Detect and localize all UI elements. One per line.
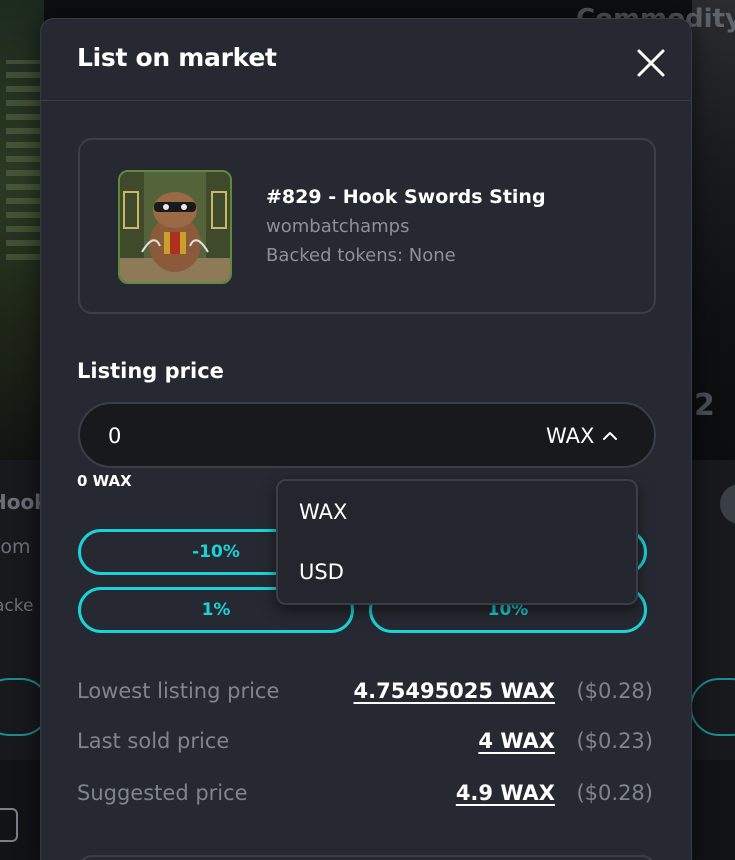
next-section-edge [78, 855, 656, 860]
suggested-price-label: Suggested price [77, 781, 248, 805]
lowest-listing-usd: ($0.28) [576, 679, 653, 703]
lowest-listing-label: Lowest listing price [77, 679, 280, 703]
chevron-up-icon [603, 432, 618, 440]
listing-price-label: Listing price [77, 359, 224, 383]
wombat-character-image [120, 172, 230, 282]
listing-price-input[interactable] [108, 418, 488, 454]
asset-name: #829 - Hook Swords Sting [266, 186, 546, 208]
currency-select[interactable]: WAX [546, 420, 620, 452]
listing-price-field: WAX [78, 402, 656, 468]
asset-backed-tokens: Backed tokens: None [266, 245, 456, 266]
background-card-art [6, 60, 40, 260]
background-number: 2 [694, 388, 715, 423]
last-sold-label: Last sold price [77, 729, 230, 753]
background-asset-backed: acke [0, 596, 34, 616]
modal-header: List on market [41, 19, 691, 101]
currency-option-wax[interactable]: WAX [278, 483, 636, 541]
currency-selected-value: WAX [546, 424, 595, 448]
asset-card: #829 - Hook Swords Sting wombatchamps Ba… [78, 138, 656, 314]
suggested-price-value[interactable]: 4.9 WAX [456, 781, 555, 805]
lowest-listing-value[interactable]: 4.75495025 WAX [354, 679, 555, 703]
asset-thumbnail [118, 170, 232, 284]
background-checkbox [0, 808, 18, 842]
currency-option-usd[interactable]: USD [278, 543, 636, 601]
last-sold-value[interactable]: 4 WAX [478, 729, 555, 753]
modal-title: List on market [77, 43, 277, 72]
close-button[interactable] [635, 47, 667, 79]
suggested-price-usd: ($0.28) [576, 781, 653, 805]
background-asset-collection: /om [0, 536, 31, 558]
last-sold-usd: ($0.23) [576, 729, 653, 753]
currency-dropdown-menu: WAX USD [276, 479, 638, 605]
asset-collection[interactable]: wombatchamps [266, 216, 409, 237]
close-icon [637, 49, 665, 77]
converted-price: 0 WAX [77, 472, 132, 490]
list-on-market-modal: List on market #829 - Hook Swords Sting … [40, 18, 692, 860]
